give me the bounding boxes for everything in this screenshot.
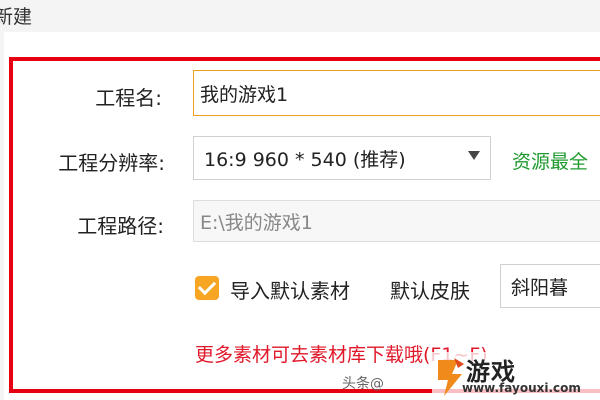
project-name-input[interactable]: 我的游戏1 bbox=[193, 70, 600, 116]
project-path-value: E:\我的游戏1 bbox=[200, 211, 313, 234]
watermark-source: 头条@ bbox=[342, 376, 384, 392]
resolution-label: 工程分辨率: bbox=[58, 151, 165, 175]
project-name-label: 工程名: bbox=[95, 86, 162, 110]
watermark-url: www.fayouxi.com bbox=[462, 381, 581, 395]
project-path-label: 工程路径: bbox=[77, 214, 164, 238]
dialog-title: 新建 bbox=[0, 6, 33, 28]
default-skin-select[interactable]: 斜阳暮 bbox=[500, 264, 600, 308]
import-default-assets-checkbox[interactable] bbox=[195, 276, 219, 300]
import-default-assets-label: 导入默认素材 bbox=[230, 279, 350, 303]
chevron-down-icon bbox=[468, 151, 480, 160]
resolution-select[interactable]: 16:9 960 * 540 (推荐) bbox=[193, 136, 491, 180]
project-path-input[interactable]: E:\我的游戏1 bbox=[193, 200, 600, 242]
default-skin-selected: 斜阳暮 bbox=[511, 276, 569, 299]
project-name-value: 我的游戏1 bbox=[200, 83, 289, 106]
default-skin-label: 默认皮肤 bbox=[390, 279, 470, 303]
resolution-note: 资源最全 bbox=[512, 151, 589, 173]
resolution-selected: 16:9 960 * 540 (推荐) bbox=[204, 148, 406, 171]
